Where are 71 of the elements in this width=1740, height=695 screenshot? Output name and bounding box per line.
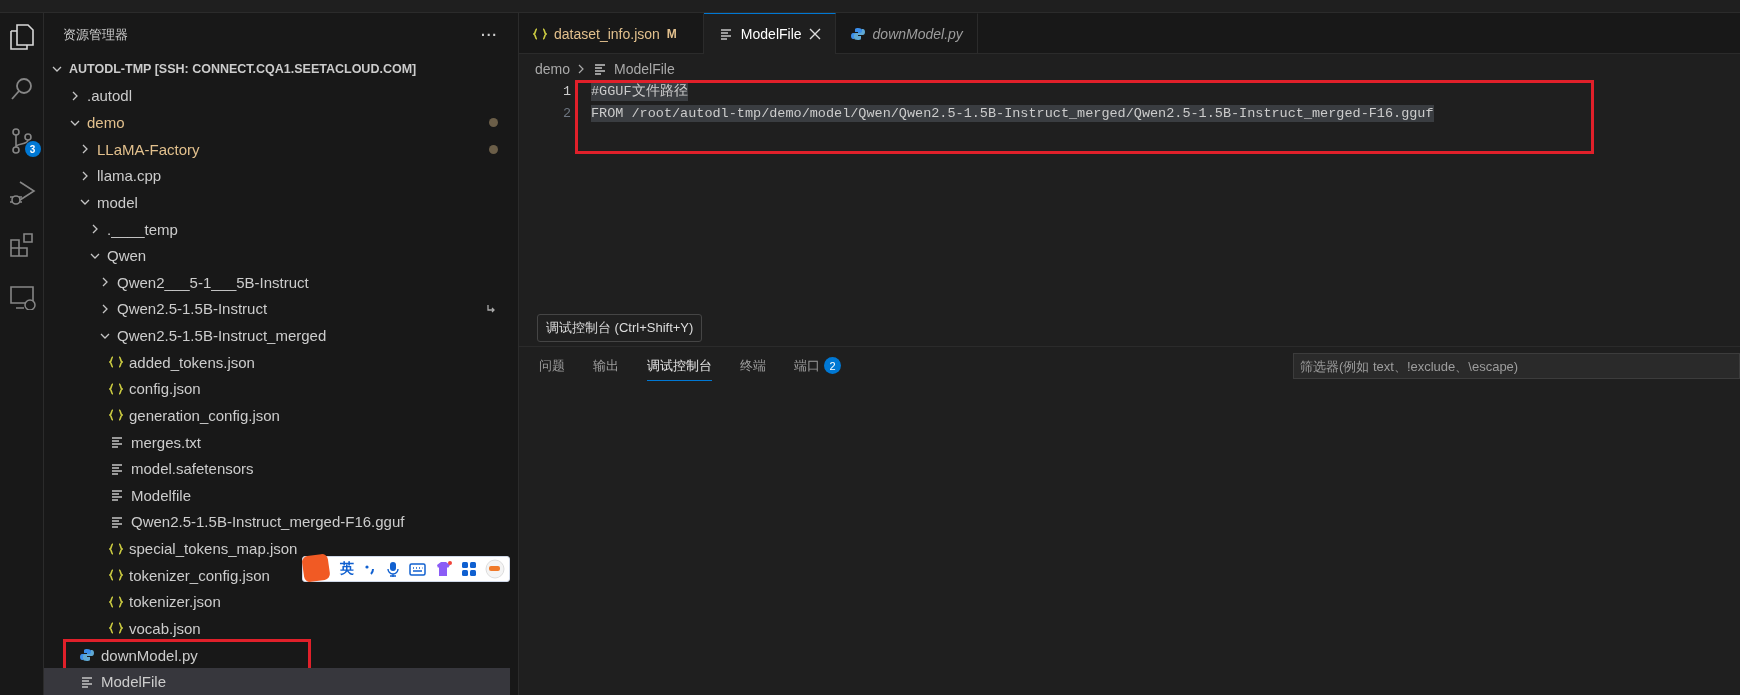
editor-tab[interactable]: dataset_info.json M	[519, 13, 704, 53]
folder-item[interactable]: Qwen2.5-1.5B-Instruct_merged	[44, 322, 510, 349]
panel-tab[interactable]: 端口 2	[794, 351, 841, 381]
folder-item[interactable]: Qwen	[44, 242, 510, 269]
panel-tab[interactable]: 终端	[740, 351, 766, 381]
ime-logo-icon[interactable]	[301, 553, 331, 583]
breadcrumb-item[interactable]: ModelFile	[592, 61, 675, 77]
python-file-icon	[80, 648, 94, 663]
file-item[interactable]: Qwen2.5-1.5B-Instruct_merged-F16.gguf	[44, 508, 510, 536]
folder-item[interactable]: Qwen2.5-1.5B-Instruct	[44, 295, 510, 323]
input-mode-label[interactable]: 英	[340, 560, 354, 578]
json-file-icon	[109, 409, 123, 422]
folder-item[interactable]: demo	[44, 109, 510, 136]
text-file-icon	[81, 675, 93, 688]
panel-tab[interactable]: 问题	[539, 351, 565, 381]
folder-item[interactable]: .autodl	[44, 82, 510, 110]
close-icon[interactable]	[808, 28, 821, 40]
python-file-icon	[850, 26, 865, 41]
file-item[interactable]: vocab.json	[44, 615, 510, 642]
file-item[interactable]: added_tokens.json	[44, 348, 510, 376]
text-file-icon	[111, 462, 123, 475]
line-number: 2	[561, 105, 571, 121]
extensions-icon	[7, 230, 36, 258]
more-actions-button[interactable]: ···	[481, 26, 498, 43]
breadcrumb-item[interactable]: demo	[535, 61, 571, 77]
json-file-icon	[109, 382, 123, 395]
modified-dot-icon	[489, 118, 498, 128]
file-item[interactable]: tokenizer.json	[44, 588, 510, 616]
editor-tab[interactable]: ModelFile	[703, 13, 836, 54]
explorer-title: 资源管理器	[63, 25, 128, 44]
text-file-icon	[111, 515, 123, 528]
file-item[interactable]: model.safetensors	[44, 455, 510, 482]
folder-item[interactable]: Qwen2___5-1___5B-Instruct	[44, 269, 510, 296]
json-file-icon	[109, 542, 123, 555]
panel-tab[interactable]: 输出	[593, 351, 619, 381]
line-number: 1	[561, 83, 571, 99]
file-item[interactable]: Modelfile	[44, 482, 510, 509]
text-file-icon	[111, 436, 123, 449]
apps-grid-icon[interactable]	[462, 562, 476, 576]
json-file-icon	[109, 622, 123, 635]
folder-item[interactable]: AUTODL-TMP [SSH: CONNECT.CQA1.SEETACLOUD.COM]	[44, 56, 510, 83]
file-item[interactable]: generation_config.json	[44, 402, 510, 429]
file-item[interactable]: config.json	[44, 375, 510, 403]
text-file-icon	[111, 489, 123, 502]
folder-item[interactable]: model	[44, 189, 510, 216]
folder-item[interactable]: llama.cpp	[44, 162, 510, 190]
json-file-icon	[533, 27, 547, 40]
editor-tab[interactable]: downModel.py	[835, 13, 978, 53]
run-debug-icon	[7, 178, 36, 206]
tooltip: 调试控制台 (Ctrl+Shift+Y)	[537, 314, 703, 342]
microphone-icon[interactable]	[386, 561, 400, 577]
folder-item[interactable]: LLaMA-Factory	[44, 135, 510, 163]
files-icon	[7, 22, 36, 50]
folder-item[interactable]: .____temp	[44, 215, 510, 243]
modified-dot-icon	[489, 144, 498, 154]
file-item[interactable]: special_tokens_map.json	[44, 535, 510, 562]
panel-tab[interactable]: 调试控制台	[647, 351, 712, 381]
json-file-icon	[109, 356, 123, 369]
count-badge: 2	[824, 357, 841, 374]
count-badge: 3	[24, 141, 41, 157]
link-arrow-icon	[486, 303, 496, 314]
json-file-icon	[109, 595, 123, 608]
filter-field[interactable]: 筛选器(例如 text、!exclude、\escape)	[1293, 353, 1740, 379]
text-file-icon	[719, 28, 732, 40]
json-file-icon	[109, 569, 123, 582]
avatar-icon[interactable]	[485, 559, 505, 579]
file-item[interactable]: ModelFile	[44, 668, 510, 695]
keyboard-icon[interactable]	[409, 562, 426, 576]
shirt-icon[interactable]	[435, 561, 453, 577]
text-file-icon	[594, 63, 607, 75]
file-item[interactable]: merges.txt	[44, 428, 510, 456]
